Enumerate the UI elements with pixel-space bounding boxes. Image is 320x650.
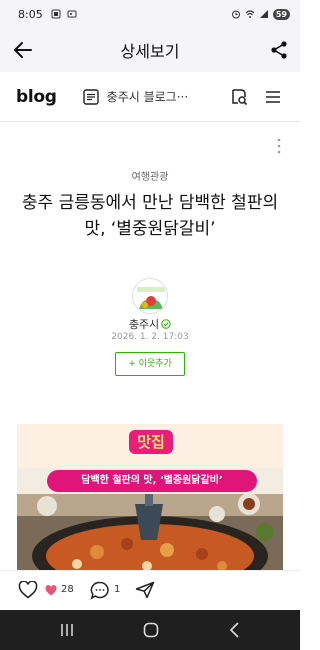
image-notification-icon (67, 10, 77, 18)
page-title: 상세보기 (120, 42, 180, 61)
post-date: 2026. 1. 2. 17:03 (111, 332, 189, 342)
blog-name[interactable]: 충주시 블로그··· (107, 88, 189, 105)
comment-bubble-icon[interactable] (90, 581, 110, 600)
restaurant-badge: 맛집 (129, 430, 173, 454)
home-icon[interactable] (143, 622, 159, 638)
author-avatar-image (133, 279, 167, 313)
dakgalbi-photo (17, 494, 283, 574)
author-avatar[interactable] (132, 278, 168, 314)
like-count[interactable]: 28 (61, 584, 74, 595)
like-count-heart-icon (45, 585, 57, 596)
arrow-left-icon[interactable] (12, 40, 34, 60)
send-share-icon[interactable] (135, 581, 155, 599)
post-category[interactable]: 여행관광 (0, 168, 300, 183)
verified-check-icon (161, 319, 171, 329)
system-nav-bar (0, 610, 300, 650)
gallery-notification-icon (51, 9, 61, 19)
alarm-icon (231, 10, 240, 19)
blog-header: blog 충주시 블로그··· (0, 72, 300, 122)
system-back-icon[interactable] (229, 622, 239, 638)
wifi-icon (245, 10, 255, 18)
comment-count[interactable]: 1 (114, 584, 120, 595)
search-icon[interactable] (230, 88, 248, 106)
blog-list-icon[interactable] (82, 88, 99, 105)
author-name[interactable]: 충주시 (129, 318, 159, 331)
author-name-row[interactable]: 충주시 (0, 316, 300, 332)
post-action-bar: 28 1 (0, 570, 300, 610)
post-image[interactable]: 맛집 담백한 철판의 맛, ‘별중원닭갈비’ (17, 424, 283, 574)
image-banner: 담백한 철판의 맛, ‘별중원닭갈비’ (47, 470, 257, 492)
signal-icon (259, 10, 268, 18)
battery-indicator: 59 (272, 8, 290, 20)
status-time: 8:05 (18, 7, 43, 21)
add-neighbor-button[interactable]: + 이웃추가 (115, 352, 185, 376)
hamburger-menu-icon[interactable] (265, 89, 281, 105)
share-icon[interactable] (270, 40, 288, 60)
like-heart-icon[interactable] (18, 581, 38, 599)
blog-logo[interactable]: blog (16, 87, 57, 107)
more-options-icon[interactable] (276, 138, 282, 154)
status-bar: 8:05 59 (0, 0, 300, 28)
post-title: 충주 금릉동에서 만난 담백한 철판의 맛, ‘별중원닭갈비’ (21, 193, 279, 239)
recent-apps-icon[interactable] (60, 623, 74, 637)
app-bar: 상세보기 (0, 28, 300, 72)
